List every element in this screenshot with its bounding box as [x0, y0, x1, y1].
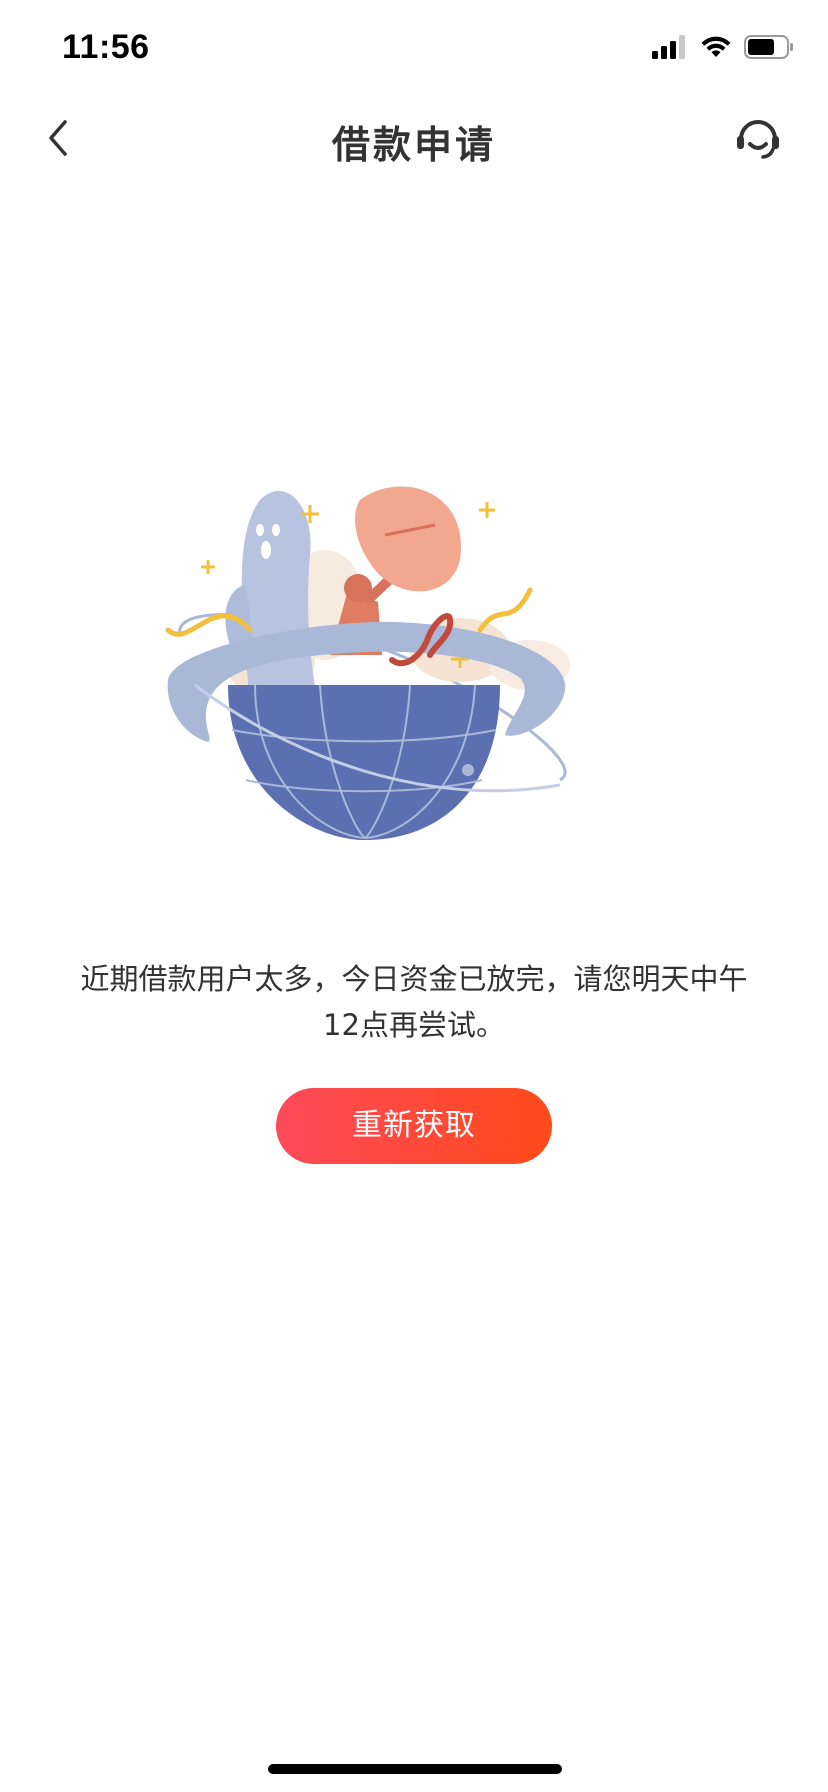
retry-button[interactable]: 重新获取 [276, 1088, 552, 1164]
battery-icon [744, 35, 794, 63]
nav-bar: 借款申请 [0, 100, 828, 180]
page-title: 借款申请 [331, 123, 496, 167]
status-bar: 11:56 [0, 0, 828, 100]
message-line-2: 12点再尝试。 [323, 1008, 505, 1042]
customer-service-icon [733, 113, 783, 167]
wifi-icon [700, 35, 732, 63]
status-icons [652, 34, 794, 64]
home-indicator[interactable] [268, 1764, 562, 1774]
status-message: 近期借款用户太多，今日资金已放完，请您明天中午 12点再尝试。 [40, 956, 788, 1048]
message-line-1: 近期借款用户太多，今日资金已放完，请您明天中午 [80, 962, 748, 996]
status-time: 11:56 [62, 28, 150, 66]
signal-icon [652, 35, 688, 63]
customer-service-button[interactable] [728, 110, 788, 170]
empty-state-illustration [160, 480, 660, 920]
